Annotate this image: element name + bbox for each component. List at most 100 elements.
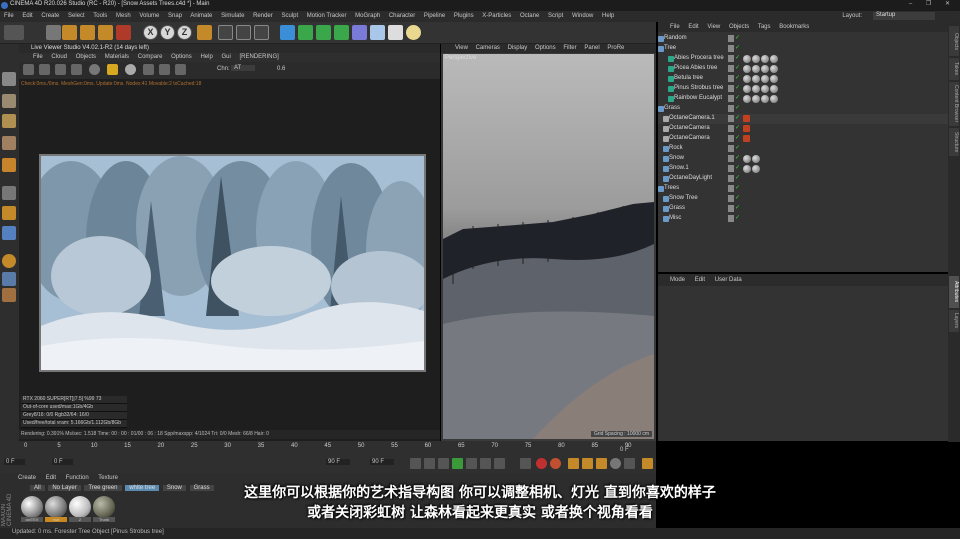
lv-menu-file[interactable]: File xyxy=(33,54,43,60)
object-row[interactable]: Rainbow Eucalypt ✓ xyxy=(658,94,948,104)
pause-icon[interactable] xyxy=(55,64,66,75)
enabled-check-icon[interactable]: ✓ xyxy=(735,45,742,52)
object-row[interactable]: Misc ✓ xyxy=(658,214,948,224)
settings-gear-icon[interactable] xyxy=(89,64,100,75)
object-row[interactable]: OctaneCamera.1 ✓ xyxy=(658,114,948,124)
enabled-check-icon[interactable]: ✓ xyxy=(735,125,742,132)
material-ball-icon[interactable] xyxy=(125,64,136,75)
tab-takes[interactable]: Takes xyxy=(949,58,959,80)
send-scene-icon[interactable] xyxy=(23,64,34,75)
object-row[interactable]: Random ✓ xyxy=(658,34,948,44)
tab-content-browser[interactable]: Content Browser xyxy=(949,82,959,126)
enabled-check-icon[interactable]: ✓ xyxy=(735,55,742,62)
menu-sculpt[interactable]: Sculpt xyxy=(281,13,298,19)
object-row[interactable]: Snow ✓ xyxy=(658,154,948,164)
next-key-icon[interactable] xyxy=(480,458,491,469)
prev-key-icon[interactable] xyxy=(424,458,435,469)
camera-tag-icon[interactable] xyxy=(743,135,750,142)
enabled-check-icon[interactable]: ✓ xyxy=(735,65,742,72)
visibility-dots-icon[interactable] xyxy=(728,115,734,122)
subdivision-icon[interactable] xyxy=(316,25,331,40)
material-tag-icon[interactable] xyxy=(761,55,769,63)
material-tag-icon[interactable] xyxy=(752,95,760,103)
om-menu-edit[interactable]: Edit xyxy=(688,24,698,30)
vp-menu-view[interactable]: View xyxy=(455,45,468,51)
play-icon[interactable] xyxy=(452,458,463,469)
visibility-dots-icon[interactable] xyxy=(728,215,734,222)
tab-attributes[interactable]: Attributes xyxy=(949,276,959,308)
lv-menu-materials[interactable]: Materials xyxy=(105,54,129,60)
lv-menu-gui[interactable]: Gui xyxy=(221,54,230,60)
menu-octane[interactable]: Octane xyxy=(520,13,539,19)
floor-icon[interactable] xyxy=(370,25,385,40)
polygons-mode-icon[interactable] xyxy=(2,158,16,172)
tab-layers[interactable]: Layers xyxy=(949,310,959,332)
zoom-value[interactable]: 0.6 xyxy=(277,66,285,72)
om-menu-view[interactable]: View xyxy=(707,24,720,30)
object-row[interactable]: Tree ✓ xyxy=(658,44,948,54)
points-mode-icon[interactable] xyxy=(2,136,16,150)
enabled-check-icon[interactable]: ✓ xyxy=(735,195,742,202)
snapping-icon[interactable] xyxy=(2,226,16,240)
material-tag-icon[interactable] xyxy=(770,95,778,103)
om-menu-objects[interactable]: Objects xyxy=(729,24,749,30)
coordinate-system-icon[interactable] xyxy=(197,25,212,40)
mat-menu-create[interactable]: Create xyxy=(18,475,36,481)
material-tag-icon[interactable] xyxy=(761,65,769,73)
axis-x-button[interactable]: X xyxy=(143,25,158,40)
lv-menu-cloud[interactable]: Cloud xyxy=(51,54,67,60)
tab-objects[interactable]: Objects xyxy=(949,26,959,56)
enabled-check-icon[interactable]: ✓ xyxy=(735,95,742,102)
object-row[interactable]: Pinus Strobus tree ✓ xyxy=(658,84,948,94)
enabled-check-icon[interactable]: ✓ xyxy=(735,215,742,222)
camera-icon[interactable] xyxy=(388,25,403,40)
perspective-view[interactable]: Perspective Grid Spacing : 10000 cm xyxy=(443,54,654,439)
menu-file[interactable]: File xyxy=(4,13,14,19)
enabled-check-icon[interactable]: ✓ xyxy=(735,155,742,162)
material-tag-icon[interactable] xyxy=(743,65,751,73)
tweak-mode-icon[interactable] xyxy=(2,206,16,220)
am-menu-mode[interactable]: Mode xyxy=(670,277,685,283)
material-tag-icon[interactable] xyxy=(743,75,751,83)
material-tag-icon[interactable] xyxy=(752,75,760,83)
object-row[interactable]: OctaneCamera ✓ xyxy=(658,124,948,134)
visibility-dots-icon[interactable] xyxy=(728,165,734,172)
vp-menu-prore[interactable]: ProRe xyxy=(607,45,624,51)
enabled-check-icon[interactable]: ✓ xyxy=(735,105,742,112)
grid-icon[interactable] xyxy=(2,288,16,302)
end-frame-field[interactable]: 90 F xyxy=(326,459,351,465)
menu-tools[interactable]: Tools xyxy=(93,13,107,19)
menu-render[interactable]: Render xyxy=(253,13,273,19)
mat-menu-texture[interactable]: Texture xyxy=(98,475,118,481)
move-icon[interactable] xyxy=(62,25,77,40)
material-tag-icon[interactable] xyxy=(743,55,751,63)
vp-menu-filter[interactable]: Filter xyxy=(563,45,576,51)
generator-icon[interactable] xyxy=(298,25,313,40)
current-frame-field[interactable]: 0 F xyxy=(52,459,73,465)
rotate-key-icon[interactable] xyxy=(596,458,607,469)
recent-tools-icon[interactable] xyxy=(116,25,131,40)
lv-menu-options[interactable]: Options xyxy=(171,54,192,60)
locked-workplane-icon[interactable] xyxy=(2,272,16,286)
enabled-check-icon[interactable]: ✓ xyxy=(735,135,742,142)
enabled-check-icon[interactable]: ✓ xyxy=(735,35,742,42)
visibility-dots-icon[interactable] xyxy=(728,175,734,182)
material-tag-icon[interactable] xyxy=(743,155,751,163)
autokey-icon[interactable] xyxy=(550,458,561,469)
menu-window[interactable]: Window xyxy=(572,13,593,19)
visibility-dots-icon[interactable] xyxy=(728,105,734,112)
object-row[interactable]: Picea Abies tree ✓ xyxy=(658,64,948,74)
texture-mode-icon[interactable] xyxy=(2,114,16,128)
menu-mograph[interactable]: MoGraph xyxy=(355,13,380,19)
object-row[interactable]: Trees ✓ xyxy=(658,184,948,194)
menu-x-particles[interactable]: X-Particles xyxy=(482,13,511,19)
visibility-dots-icon[interactable] xyxy=(728,135,734,142)
enabled-check-icon[interactable]: ✓ xyxy=(735,175,742,182)
light-icon[interactable] xyxy=(406,25,421,40)
enabled-check-icon[interactable]: ✓ xyxy=(735,115,742,122)
visibility-dots-icon[interactable] xyxy=(728,205,734,212)
object-row[interactable]: OctaneCamera ✓ xyxy=(658,134,948,144)
visibility-dots-icon[interactable] xyxy=(728,95,734,102)
om-menu-bookmarks[interactable]: Bookmarks xyxy=(779,24,809,30)
layout-select[interactable]: Startup xyxy=(873,12,935,20)
